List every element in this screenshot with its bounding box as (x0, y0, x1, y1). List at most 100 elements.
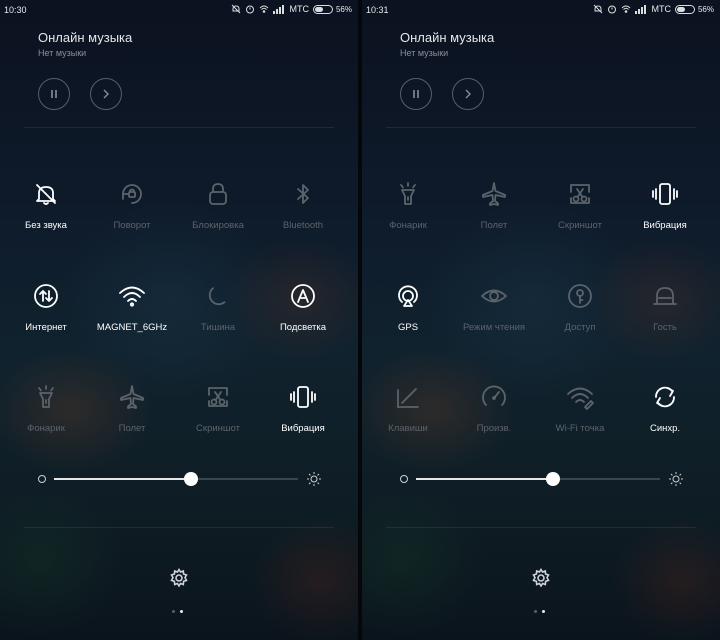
toggle-label: Режим чтения (462, 322, 526, 333)
battery-percent: 56% (697, 4, 714, 14)
toggle-label: Без звука (25, 220, 67, 231)
keys-icon (397, 388, 419, 408)
eye-icon (481, 289, 507, 303)
toggle-label: Доступ (564, 322, 596, 333)
status-time: 10:30 (4, 5, 27, 15)
page-dot[interactable] (172, 610, 175, 613)
status-time: 10:31 (366, 5, 389, 15)
toggle-label: Поворот (113, 220, 151, 231)
pause-button[interactable] (38, 78, 70, 110)
slider-track[interactable] (416, 472, 660, 486)
slider-fill (54, 478, 191, 480)
wifi-hotspot-icon (567, 387, 594, 410)
brightness-low-icon (38, 475, 46, 483)
toggle-vibration[interactable]: Вибрация (258, 383, 348, 443)
control-center-page-2: 10:31 МТС 56% Онлайн музыка Нет музыки Ф… (362, 0, 720, 640)
rotation-lock-icon (122, 184, 142, 204)
pause-icon (51, 90, 57, 98)
toggle-keys[interactable]: Клавиши (363, 383, 453, 443)
alarm-status-icon (608, 5, 617, 14)
battery-percent: 56% (335, 4, 352, 14)
pause-button[interactable] (400, 78, 432, 110)
toggle-guest[interactable]: Гость (620, 282, 710, 342)
slider-thumb[interactable] (545, 472, 560, 486)
toggle-airplane[interactable]: Полет (449, 180, 539, 240)
page-dot[interactable] (542, 610, 545, 613)
wifi-status-icon (260, 5, 269, 13)
toggle-label: Полет (118, 423, 146, 434)
next-track-button[interactable] (452, 78, 484, 110)
music-subtitle: Нет музыки (400, 48, 449, 58)
mute-status-icon (232, 4, 241, 14)
toggle-auto-brightness[interactable]: Подсветка (258, 282, 348, 342)
toggle-label: GPS (397, 322, 419, 333)
next-track-button[interactable] (90, 78, 122, 110)
settings-gear-icon[interactable] (169, 568, 189, 588)
toggle-performance[interactable]: Произв. (449, 383, 539, 443)
performance-icon (482, 385, 506, 406)
toggle-moon[interactable]: Тишина (173, 282, 263, 342)
status-bar: 10:30 МТС 56% (0, 0, 358, 20)
sync-icon (655, 386, 675, 408)
toggle-mobile-data[interactable]: Интернет (1, 282, 91, 342)
toggle-label: Скриншот (558, 220, 602, 231)
hotspot-access-icon (568, 284, 592, 308)
toggle-lock[interactable]: Блокировка (173, 180, 263, 240)
toggle-label: Тишина (200, 322, 236, 333)
toggle-label: Фонарик (389, 220, 427, 231)
brightness-slider[interactable] (38, 472, 322, 486)
toggle-rotation-lock[interactable]: Поворот (87, 180, 177, 240)
signal-status-icon (273, 5, 285, 14)
music-subtitle: Нет музыки (38, 48, 87, 58)
toggle-label: Wi-Fi точка (555, 423, 605, 434)
divider (386, 527, 696, 528)
toggle-label: Bluetooth (282, 220, 324, 231)
toggle-gps[interactable]: GPS (363, 282, 453, 342)
wifi-icon (119, 286, 145, 307)
control-center-page-1: 10:30 МТС 56% Онлайн музыка Нет музыки Б… (0, 0, 358, 640)
vibration-icon (290, 386, 316, 408)
toggle-wifi[interactable]: MAGNET_6GHz (87, 282, 177, 342)
toggle-screenshot[interactable]: Скриншот (173, 383, 263, 443)
toggle-bell-off[interactable]: Без звука (1, 180, 91, 240)
music-title: Онлайн музыка (400, 30, 495, 45)
slider-thumb[interactable] (183, 472, 198, 486)
gps-icon (398, 285, 418, 307)
airplane-icon (482, 182, 506, 206)
toggle-label: Подсветка (279, 322, 327, 333)
toggle-label: Скриншот (196, 423, 240, 434)
slider-track[interactable] (54, 472, 298, 486)
battery-icon (312, 4, 333, 14)
page-indicator (172, 610, 183, 613)
divider (24, 127, 334, 128)
toggle-wifi-hotspot[interactable]: Wi-Fi точка (535, 383, 625, 443)
toggle-eye[interactable]: Режим чтения (449, 282, 539, 342)
page-dot[interactable] (534, 610, 537, 613)
flashlight-icon (38, 385, 54, 408)
toggle-label: Полет (480, 220, 508, 231)
toggle-airplane[interactable]: Полет (87, 383, 177, 443)
mobile-data-icon (34, 284, 58, 308)
toggle-bluetooth[interactable]: Bluetooth (258, 180, 348, 240)
toggle-label: Интернет (25, 322, 67, 333)
toggle-label: Блокировка (192, 220, 244, 231)
auto-brightness-icon (291, 284, 315, 308)
brightness-low-icon (400, 475, 408, 483)
toggle-sync[interactable]: Синхр. (620, 383, 710, 443)
page-dot[interactable] (180, 610, 183, 613)
airplane-icon (120, 385, 144, 409)
toggle-label: Вибрация (281, 423, 325, 434)
toggle-hotspot-access[interactable]: Доступ (535, 282, 625, 342)
chevron-right-icon (465, 89, 471, 99)
flashlight-icon (400, 182, 416, 205)
chevron-right-icon (103, 89, 109, 99)
brightness-slider[interactable] (400, 472, 684, 486)
toggle-flashlight[interactable]: Фонарик (1, 383, 91, 443)
screenshot-icon (570, 184, 590, 204)
lock-icon (209, 183, 227, 205)
toggle-vibration[interactable]: Вибрация (620, 180, 710, 240)
settings-gear-icon[interactable] (531, 568, 551, 588)
brightness-high-icon (669, 472, 683, 486)
toggle-screenshot[interactable]: Скриншот (535, 180, 625, 240)
toggle-flashlight[interactable]: Фонарик (363, 180, 453, 240)
